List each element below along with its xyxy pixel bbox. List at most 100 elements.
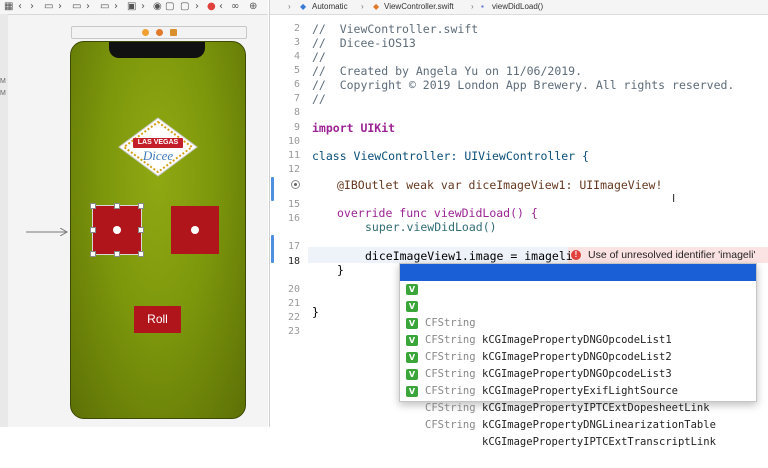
suggestion-type: CFString <box>425 402 476 414</box>
logo-title: LAS VEGAS <box>137 139 179 146</box>
resize-handle[interactable] <box>114 203 120 209</box>
code-line[interactable]: diceImageView1.image = imageli <box>365 249 573 263</box>
resize-handle[interactable] <box>90 251 96 257</box>
swift-file-icon: ◆ <box>300 2 307 11</box>
chevron-icon[interactable]: › <box>58 1 62 13</box>
code-line[interactable]: @IBOutlet weak var diceImageView1: UIIma… <box>337 178 662 192</box>
suggestion-item[interactable]: V CFString kCGImagePropertyDNGOpcodeList… <box>400 281 756 346</box>
suggestion-name: kCGImagePropertyDNGLinearizationTable <box>482 419 716 431</box>
jump-bar: › ◆ Automatic › ◆ ViewController.swift ›… <box>270 0 768 15</box>
variable-badge-icon: V <box>406 352 418 363</box>
line-number: 6 <box>293 79 300 90</box>
code-line[interactable]: // Dicee-iOS13 <box>312 36 416 50</box>
variable-badge-icon: V <box>406 284 418 295</box>
method-icon: ▪ <box>481 2 484 11</box>
code-line[interactable]: // Copyright © 2019 London App Brewery. … <box>312 78 734 92</box>
resize-handle[interactable] <box>138 251 144 257</box>
folder-icon[interactable]: ▭ <box>100 1 109 13</box>
back-icon[interactable]: ‹ <box>18 1 22 13</box>
chevron-icon: › <box>288 2 291 11</box>
code-line[interactable]: // ViewController.swift <box>312 22 478 36</box>
line-number: 23 <box>287 326 300 337</box>
suggestion-item[interactable]: V CFString kCGImagePropertyExifLightSour… <box>400 332 756 397</box>
method-breadcrumb[interactable]: viewDidLoad() <box>492 0 543 14</box>
line-number: 8 <box>293 107 300 118</box>
edge-label: M <box>0 90 6 97</box>
line-number: 15 <box>287 199 300 210</box>
error-badge-icon[interactable]: ● <box>207 1 216 13</box>
iphone-scene[interactable]: LAS VEGAS Dicee Roll <box>70 41 246 419</box>
line-number: 17 <box>287 241 300 252</box>
chevron-icon[interactable]: › <box>141 1 145 13</box>
suggestion-item[interactable]: V CFString kCGImagePropertyIPTCExtTransc… <box>400 383 756 448</box>
line-number: 5 <box>293 65 300 76</box>
forward-icon[interactable]: › <box>30 1 34 13</box>
line-number: 3 <box>293 37 300 48</box>
text-cursor-icon: I <box>672 192 676 205</box>
storyboard-icon[interactable]: ▣ <box>127 1 136 13</box>
first-responder-icon[interactable] <box>156 29 163 36</box>
suggestion-item[interactable]: V CFString kCGImagePropertyDNGOpcodeList… <box>400 298 756 363</box>
line-number: 16 <box>287 213 300 224</box>
code-line[interactable]: class ViewController: UIViewController { <box>312 149 589 163</box>
roll-button[interactable]: Roll <box>134 306 181 333</box>
autocomplete-popup[interactable]: UIImage Image Literal V CFString kCGImag… <box>399 263 757 448</box>
view-controller-dock-icon[interactable] <box>142 29 149 36</box>
line-number: 11 <box>287 150 300 161</box>
code-line[interactable]: override func viewDidLoad() { <box>337 206 538 220</box>
code-line[interactable]: import UIKit <box>312 121 395 135</box>
scheme-label[interactable]: Automatic <box>312 0 348 14</box>
code-line[interactable]: // <box>312 50 326 64</box>
assistant-icon[interactable]: ⊕ <box>249 1 257 13</box>
storyboard-toolbar: ▦ ‹ › ▭ › ▭ › ▭ › ▣ › ◉ ▢ ▢ › ● ‹ ∞ ⊕ <box>0 0 268 15</box>
file-icon[interactable]: ▭ <box>44 1 53 13</box>
resize-handle[interactable] <box>114 251 120 257</box>
line-number: 7 <box>293 93 300 104</box>
suggestion-item[interactable]: UIImage Image Literal <box>400 264 756 312</box>
link-icon[interactable]: ∞ <box>231 1 239 13</box>
variable-badge-icon: V <box>406 318 418 329</box>
dice-image-view-1[interactable] <box>90 203 144 257</box>
dicee-logo <box>118 117 198 177</box>
folder-icon[interactable]: ▭ <box>72 1 81 13</box>
line-number-gutter: 2 3 4 5 6 7 8 9 10 11 12 15 16 17 18 20 … <box>270 14 308 427</box>
code-line[interactable]: } <box>312 305 319 319</box>
dice-pip <box>191 226 199 234</box>
suggestion-type: CFString <box>425 419 476 431</box>
exit-icon[interactable] <box>170 29 177 36</box>
variable-badge-icon: V <box>406 369 418 380</box>
suggestion-item[interactable]: V CFString kCGImagePropertyDNGLinearizat… <box>400 366 756 431</box>
view-controller-icon[interactable]: ▢ <box>165 1 174 13</box>
resize-handle[interactable] <box>138 203 144 209</box>
storyboard-canvas[interactable]: ▦ ‹ › ▭ › ▭ › ▭ › ▣ › ◉ ▢ ▢ › ● ‹ ∞ ⊕ M … <box>0 0 268 427</box>
dice-image-view-2[interactable] <box>171 206 219 254</box>
suggestion-item[interactable]: V CFString kCGImagePropertyDNGOpcodeList… <box>400 315 756 380</box>
scene-dock[interactable] <box>71 26 247 39</box>
code-line[interactable]: } <box>337 263 344 277</box>
chevron-icon[interactable]: › <box>114 1 118 13</box>
line-number: 2 <box>293 23 300 34</box>
code-line[interactable]: super.viewDidLoad() <box>365 220 497 234</box>
code-line[interactable]: // <box>312 92 326 106</box>
line-number: 22 <box>287 312 300 323</box>
chevron-icon: › <box>361 2 364 11</box>
back-icon[interactable]: ‹ <box>219 1 223 13</box>
file-breadcrumb[interactable]: ViewController.swift <box>384 0 454 14</box>
line-number: 4 <box>293 51 300 62</box>
dice-pip <box>113 226 121 234</box>
resize-handle[interactable] <box>138 227 144 233</box>
variable-badge-icon: V <box>406 301 418 312</box>
grid-icon[interactable]: ▦ <box>4 1 13 13</box>
code-line[interactable]: // Created by Angela Yu on 11/06/2019. <box>312 64 582 78</box>
view-icon[interactable]: ▢ <box>180 1 189 13</box>
line-number: 10 <box>287 136 300 147</box>
chevron-icon[interactable]: › <box>86 1 90 13</box>
resize-handle[interactable] <box>90 203 96 209</box>
suggestion-item[interactable]: V CFString kCGImagePropertyIPTCExtDopesh… <box>400 349 756 414</box>
scene-icon[interactable]: ◉ <box>153 1 162 13</box>
chevron-icon[interactable]: › <box>195 1 199 13</box>
logo-subtitle: Dicee <box>142 148 174 163</box>
line-number: 21 <box>287 298 300 309</box>
outline-edge: M M <box>0 14 8 427</box>
resize-handle[interactable] <box>90 227 96 233</box>
